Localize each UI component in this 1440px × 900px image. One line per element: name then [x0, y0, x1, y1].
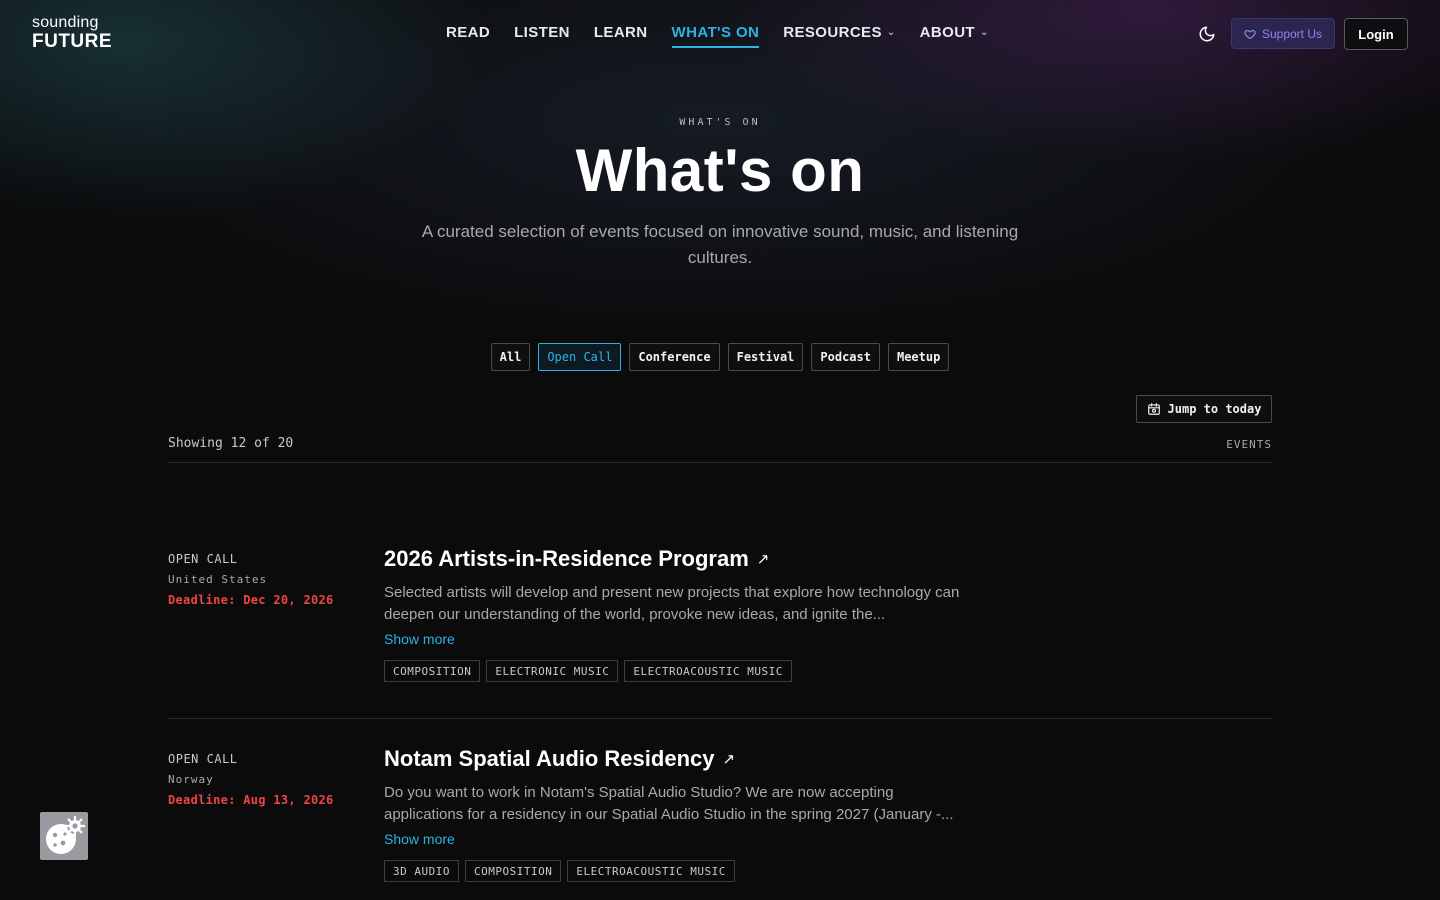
login-label: Login	[1358, 26, 1394, 42]
events-label: EVENTS	[1226, 438, 1272, 451]
nav-label: LEARN	[593, 24, 648, 41]
event-title: Notam Spatial Audio Residency	[384, 746, 715, 771]
filter-open-call[interactable]: Open Call	[538, 343, 622, 371]
nav-item-listen[interactable]: LISTEN	[514, 24, 570, 48]
main-nav: READ LISTEN LEARN WHAT'S ON RESOURCES ⌄ A…	[446, 24, 1013, 48]
event-tags: 3D AUDIO COMPOSITION ELECTROACOUSTIC MUS…	[384, 860, 964, 882]
nav-item-whats-on[interactable]: WHAT'S ON	[671, 24, 760, 48]
event-tag[interactable]: COMPOSITION	[384, 660, 481, 682]
jump-to-today-button[interactable]: Jump to today	[1136, 395, 1272, 423]
page-subtitle: A curated selection of events focused on…	[421, 222, 1019, 267]
nav-label: WHAT'S ON	[671, 24, 760, 41]
event-country: Norway	[168, 773, 214, 786]
nav-item-read[interactable]: READ	[446, 24, 490, 48]
login-button[interactable]: Login	[1344, 18, 1408, 50]
nav-item-learn[interactable]: LEARN	[594, 24, 648, 48]
nav-label: LISTEN	[514, 24, 570, 41]
event-title-link[interactable]: Notam Spatial Audio Residency ↗	[384, 744, 964, 774]
event-deadline: Deadline: Aug 13, 2026	[168, 793, 334, 807]
event-type: OPEN CALL	[168, 752, 238, 766]
category-filters: All Open Call Conference Festival Podcas…	[0, 343, 1440, 371]
event-tag[interactable]: ELECTROACOUSTIC MUSIC	[624, 660, 792, 682]
event-title: 2026 Artists-in-Residence Program	[384, 546, 749, 571]
external-link-icon: ↗	[756, 551, 770, 568]
page-eyebrow: WHAT'S ON	[679, 117, 761, 128]
filter-festival[interactable]: Festival	[727, 343, 804, 371]
nav-item-about[interactable]: ABOUT ⌄	[920, 24, 989, 48]
event-tags: COMPOSITION ELECTRONIC MUSIC ELECTROACOU…	[384, 660, 964, 682]
event-content: Notam Spatial Audio Residency ↗ Do you w…	[384, 744, 964, 882]
theme-toggle-button[interactable]	[1198, 25, 1216, 43]
filter-podcast[interactable]: Podcast	[811, 343, 880, 371]
event-tag[interactable]: 3D AUDIO	[384, 860, 459, 882]
cookie-settings-button[interactable]	[40, 812, 88, 860]
show-more-link[interactable]: Show more	[384, 831, 455, 847]
event-type: OPEN CALL	[168, 552, 238, 566]
event-country: United States	[168, 573, 268, 586]
page-title: What's on	[575, 137, 865, 204]
nav-item-resources[interactable]: RESOURCES ⌄	[783, 24, 895, 48]
logo-line-2: FUTURE	[32, 31, 113, 52]
filter-meetup[interactable]: Meetup	[887, 343, 950, 371]
external-link-icon: ↗	[722, 751, 736, 768]
show-more-link[interactable]: Show more	[384, 631, 455, 647]
support-label: Support Us	[1261, 26, 1323, 41]
event-tag[interactable]: ELECTRONIC MUSIC	[486, 660, 619, 682]
site-logo[interactable]: sounding FUTURE	[32, 14, 113, 52]
event-description: Selected artists will develop and presen…	[384, 584, 960, 623]
nav-label: READ	[446, 24, 491, 41]
cookie-settings-icon	[46, 815, 86, 854]
support-us-button[interactable]: Support Us	[1231, 18, 1335, 49]
event-deadline: Deadline: Dec 20, 2026	[168, 593, 334, 607]
event-content: 2026 Artists-in-Residence Program ↗ Sele…	[384, 544, 964, 682]
event-tag[interactable]: COMPOSITION	[464, 860, 562, 882]
event-description: Do you want to work in Notam's Spatial A…	[384, 784, 954, 823]
moon-icon	[1199, 26, 1215, 42]
heart-icon	[1244, 29, 1256, 39]
event-meta: OPEN CALL United States Deadline: Dec 20…	[168, 552, 368, 607]
event-tag[interactable]: ELECTROACOUSTIC MUSIC	[567, 860, 735, 882]
chevron-down-icon: ⌄	[886, 27, 896, 38]
results-count: Showing 12 of 20	[168, 436, 294, 451]
nav-label: ABOUT	[919, 24, 975, 41]
filter-conference[interactable]: Conference	[629, 343, 720, 371]
event-meta: OPEN CALL Norway Deadline: Aug 13, 2026	[168, 752, 368, 807]
event-title-link[interactable]: 2026 Artists-in-Residence Program ↗	[384, 544, 964, 574]
nav-label: RESOURCES	[783, 24, 882, 41]
chevron-down-icon: ⌄	[979, 27, 989, 38]
calendar-icon	[1147, 403, 1160, 415]
event-divider	[168, 718, 1272, 719]
jump-label: Jump to today	[1167, 402, 1262, 416]
logo-line-1: sounding	[32, 14, 99, 31]
filter-all[interactable]: All	[490, 343, 531, 371]
list-divider	[168, 462, 1272, 463]
